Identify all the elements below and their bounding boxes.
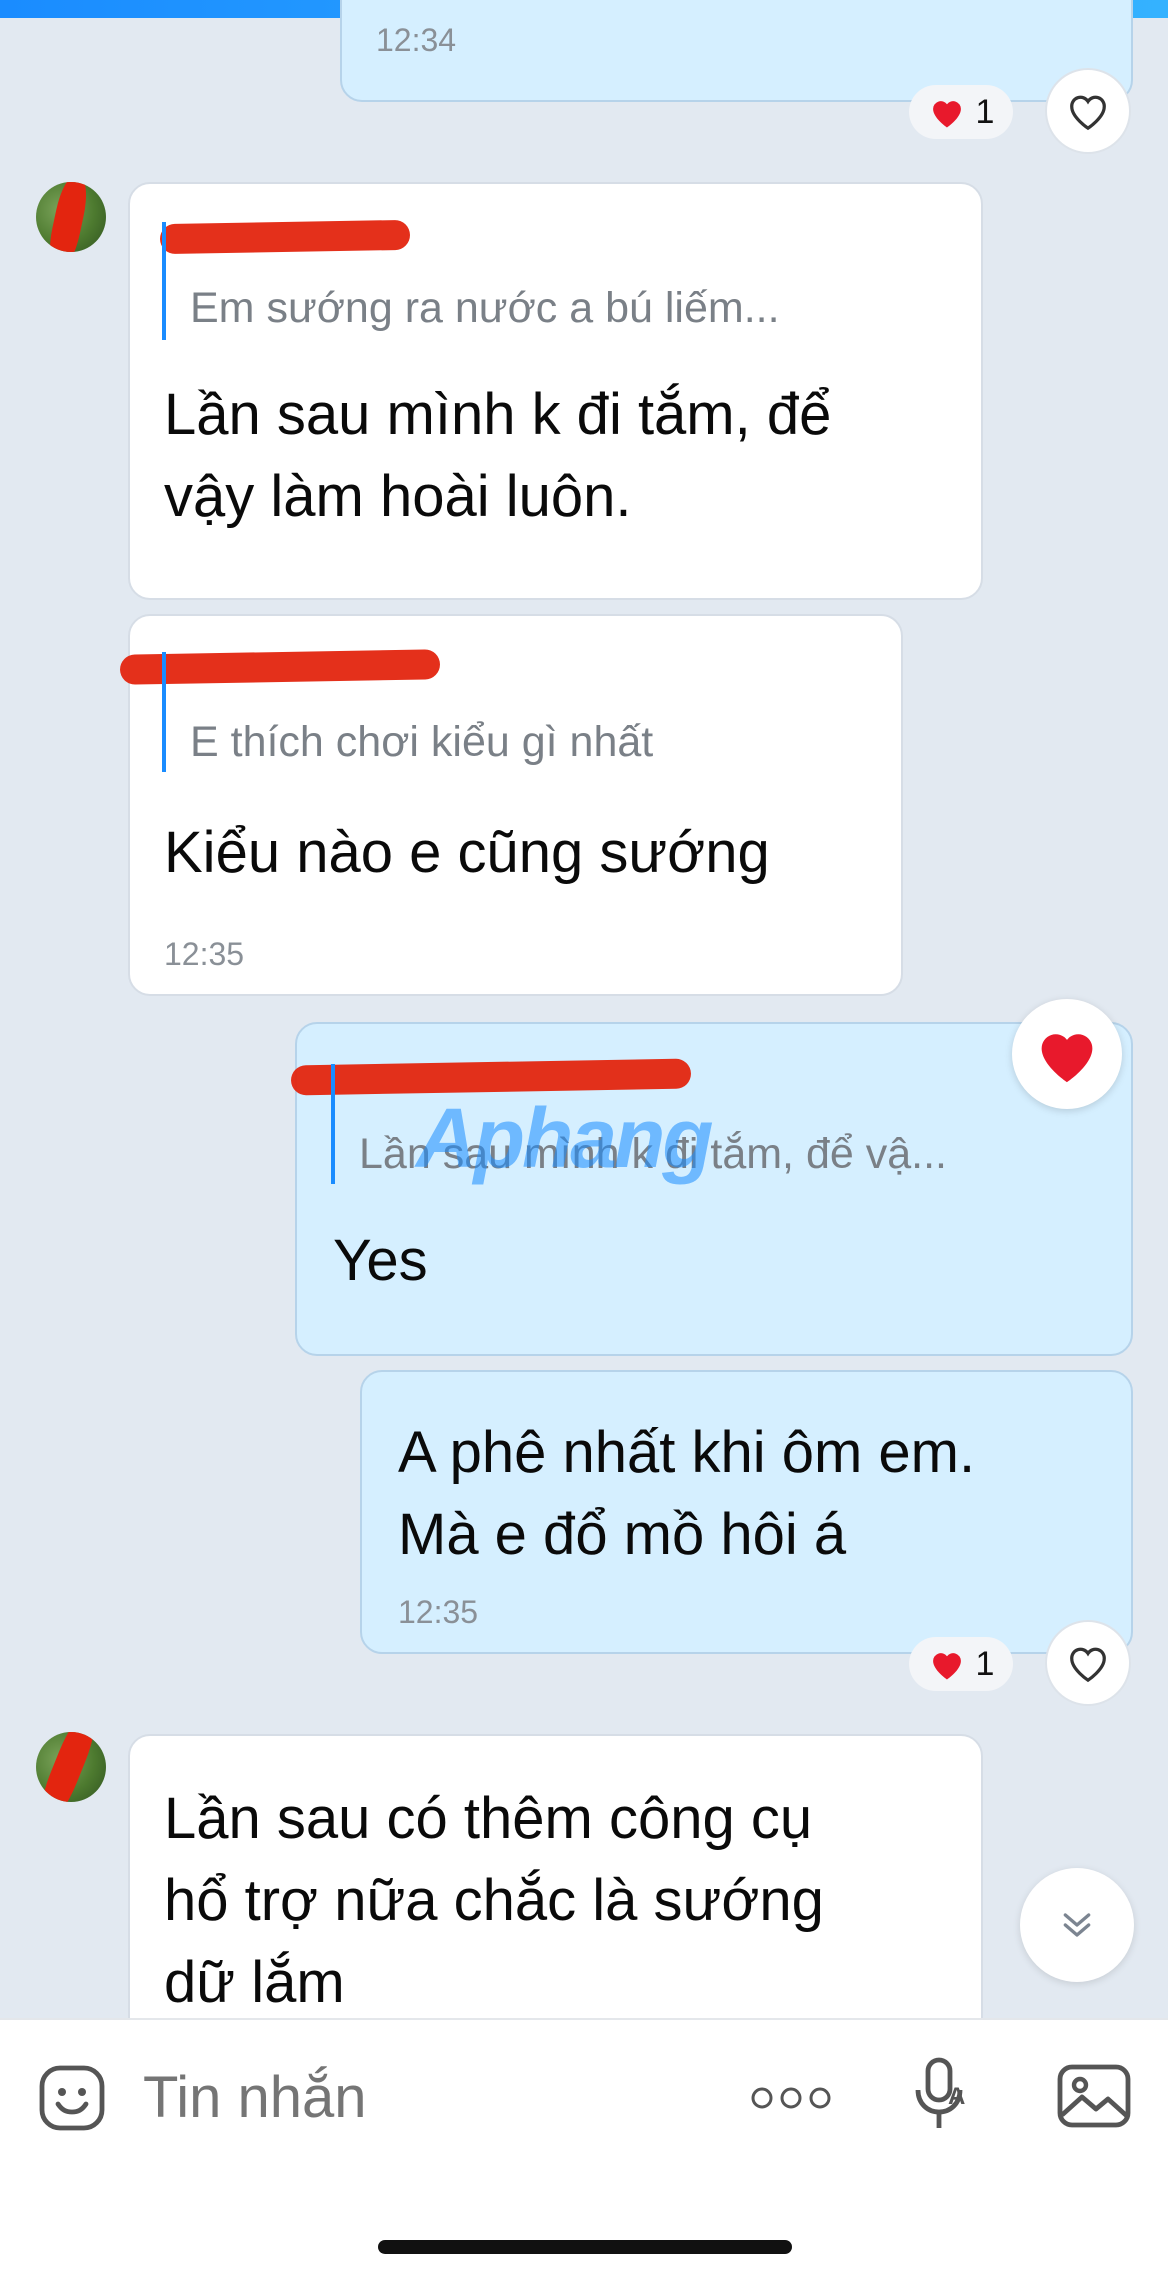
microphone-icon: A <box>915 2057 965 2128</box>
gallery-button[interactable] <box>1054 2058 1134 2134</box>
message-time: 12:35 <box>398 1594 479 1630</box>
home-indicator <box>378 2240 792 2254</box>
image-icon <box>1057 2064 1131 2128</box>
message-bubble-incoming[interactable]: Lần sau có thêm công cụ hổ trợ nữa chắc … <box>128 1734 983 2064</box>
reply-quote[interactable]: Em sướng ra nước a bú liếm... <box>162 222 780 340</box>
more-icon <box>751 2087 831 2109</box>
quote-text: E thích chơi kiểu gì nhất <box>190 718 654 766</box>
scroll-to-bottom-button[interactable] <box>1020 1868 1134 1982</box>
message-line: Lần sau mình k đi tắm, để <box>164 382 832 447</box>
reaction-count[interactable]: 1 <box>909 85 1013 139</box>
red-heart-icon <box>932 101 961 128</box>
message-line: dữ lắm <box>164 1950 345 2015</box>
message-time: 12:34 <box>376 22 457 58</box>
message-text: Kiểu nào e cũng sướng <box>164 820 770 885</box>
message-time: 12:35 <box>164 936 245 972</box>
reply-quote[interactable]: E thích chơi kiểu gì nhất <box>162 652 653 772</box>
message-line: Lần sau có thêm công cụ <box>164 1786 813 1851</box>
message-bubble-outgoing[interactable]: Lần sau mình k đi tắm, để vậ... Yes <box>290 1022 1133 1356</box>
message-text: Yes <box>333 1228 428 1293</box>
message-line: hổ trợ nữa chắc là sướng <box>164 1868 824 1933</box>
message-text: Lần sau mình k đi tắm, để vậy làm hoài l… <box>164 374 831 538</box>
red-heart-icon <box>932 1653 961 1680</box>
heart-outline-icon <box>1070 1647 1106 1683</box>
quote-text: Em sướng ra nước a bú liếm... <box>190 284 780 332</box>
reaction-count-label: 1 <box>975 1644 995 1683</box>
message-bubble-incoming[interactable]: E thích chơi kiểu gì nhất Kiểu nào e cũn… <box>119 614 903 996</box>
message-bubble-incoming[interactable]: Em sướng ra nước a bú liếm... Lần sau mì… <box>128 182 983 600</box>
message-bubble-outgoing[interactable]: A phê nhất khi ôm em. Mà e đổ mồ hôi á 1… <box>360 1370 1133 1654</box>
reaction-count[interactable]: 1 <box>909 1637 1013 1691</box>
sticker-icon <box>39 2065 105 2131</box>
message-input[interactable] <box>141 2056 705 2138</box>
contact-avatar[interactable] <box>36 182 106 252</box>
message-line: A phê nhất khi ôm em. <box>398 1420 976 1485</box>
redaction-scribble <box>36 1732 102 1802</box>
like-button[interactable] <box>1045 68 1131 154</box>
more-button[interactable] <box>746 2070 836 2126</box>
contact-avatar[interactable] <box>36 1732 106 1802</box>
heart-outline-icon <box>1070 95 1106 131</box>
message-bubble-outgoing[interactable]: 12:34 <box>340 0 1133 102</box>
message-line: vậy làm hoài luôn. <box>164 464 632 529</box>
svg-text:A: A <box>948 2083 965 2110</box>
watermark: Aphang <box>416 1091 714 1185</box>
message-text: A phê nhất khi ôm em. Mà e đổ mồ hôi á <box>398 1412 975 1576</box>
redaction-scribble <box>44 182 92 252</box>
like-button[interactable] <box>1045 1620 1131 1706</box>
reaction-count-label: 1 <box>975 92 995 131</box>
red-heart-icon <box>1041 1034 1093 1083</box>
sticker-button[interactable] <box>34 2060 110 2136</box>
message-text: Lần sau có thêm công cụ hổ trợ nữa chắc … <box>164 1778 824 2024</box>
reaction-badge[interactable] <box>1012 999 1122 1109</box>
voice-button[interactable]: A <box>904 2054 980 2134</box>
message-line: Mà e đổ mồ hôi á <box>398 1502 847 1567</box>
double-chevron-down-icon <box>1063 1913 1091 1937</box>
